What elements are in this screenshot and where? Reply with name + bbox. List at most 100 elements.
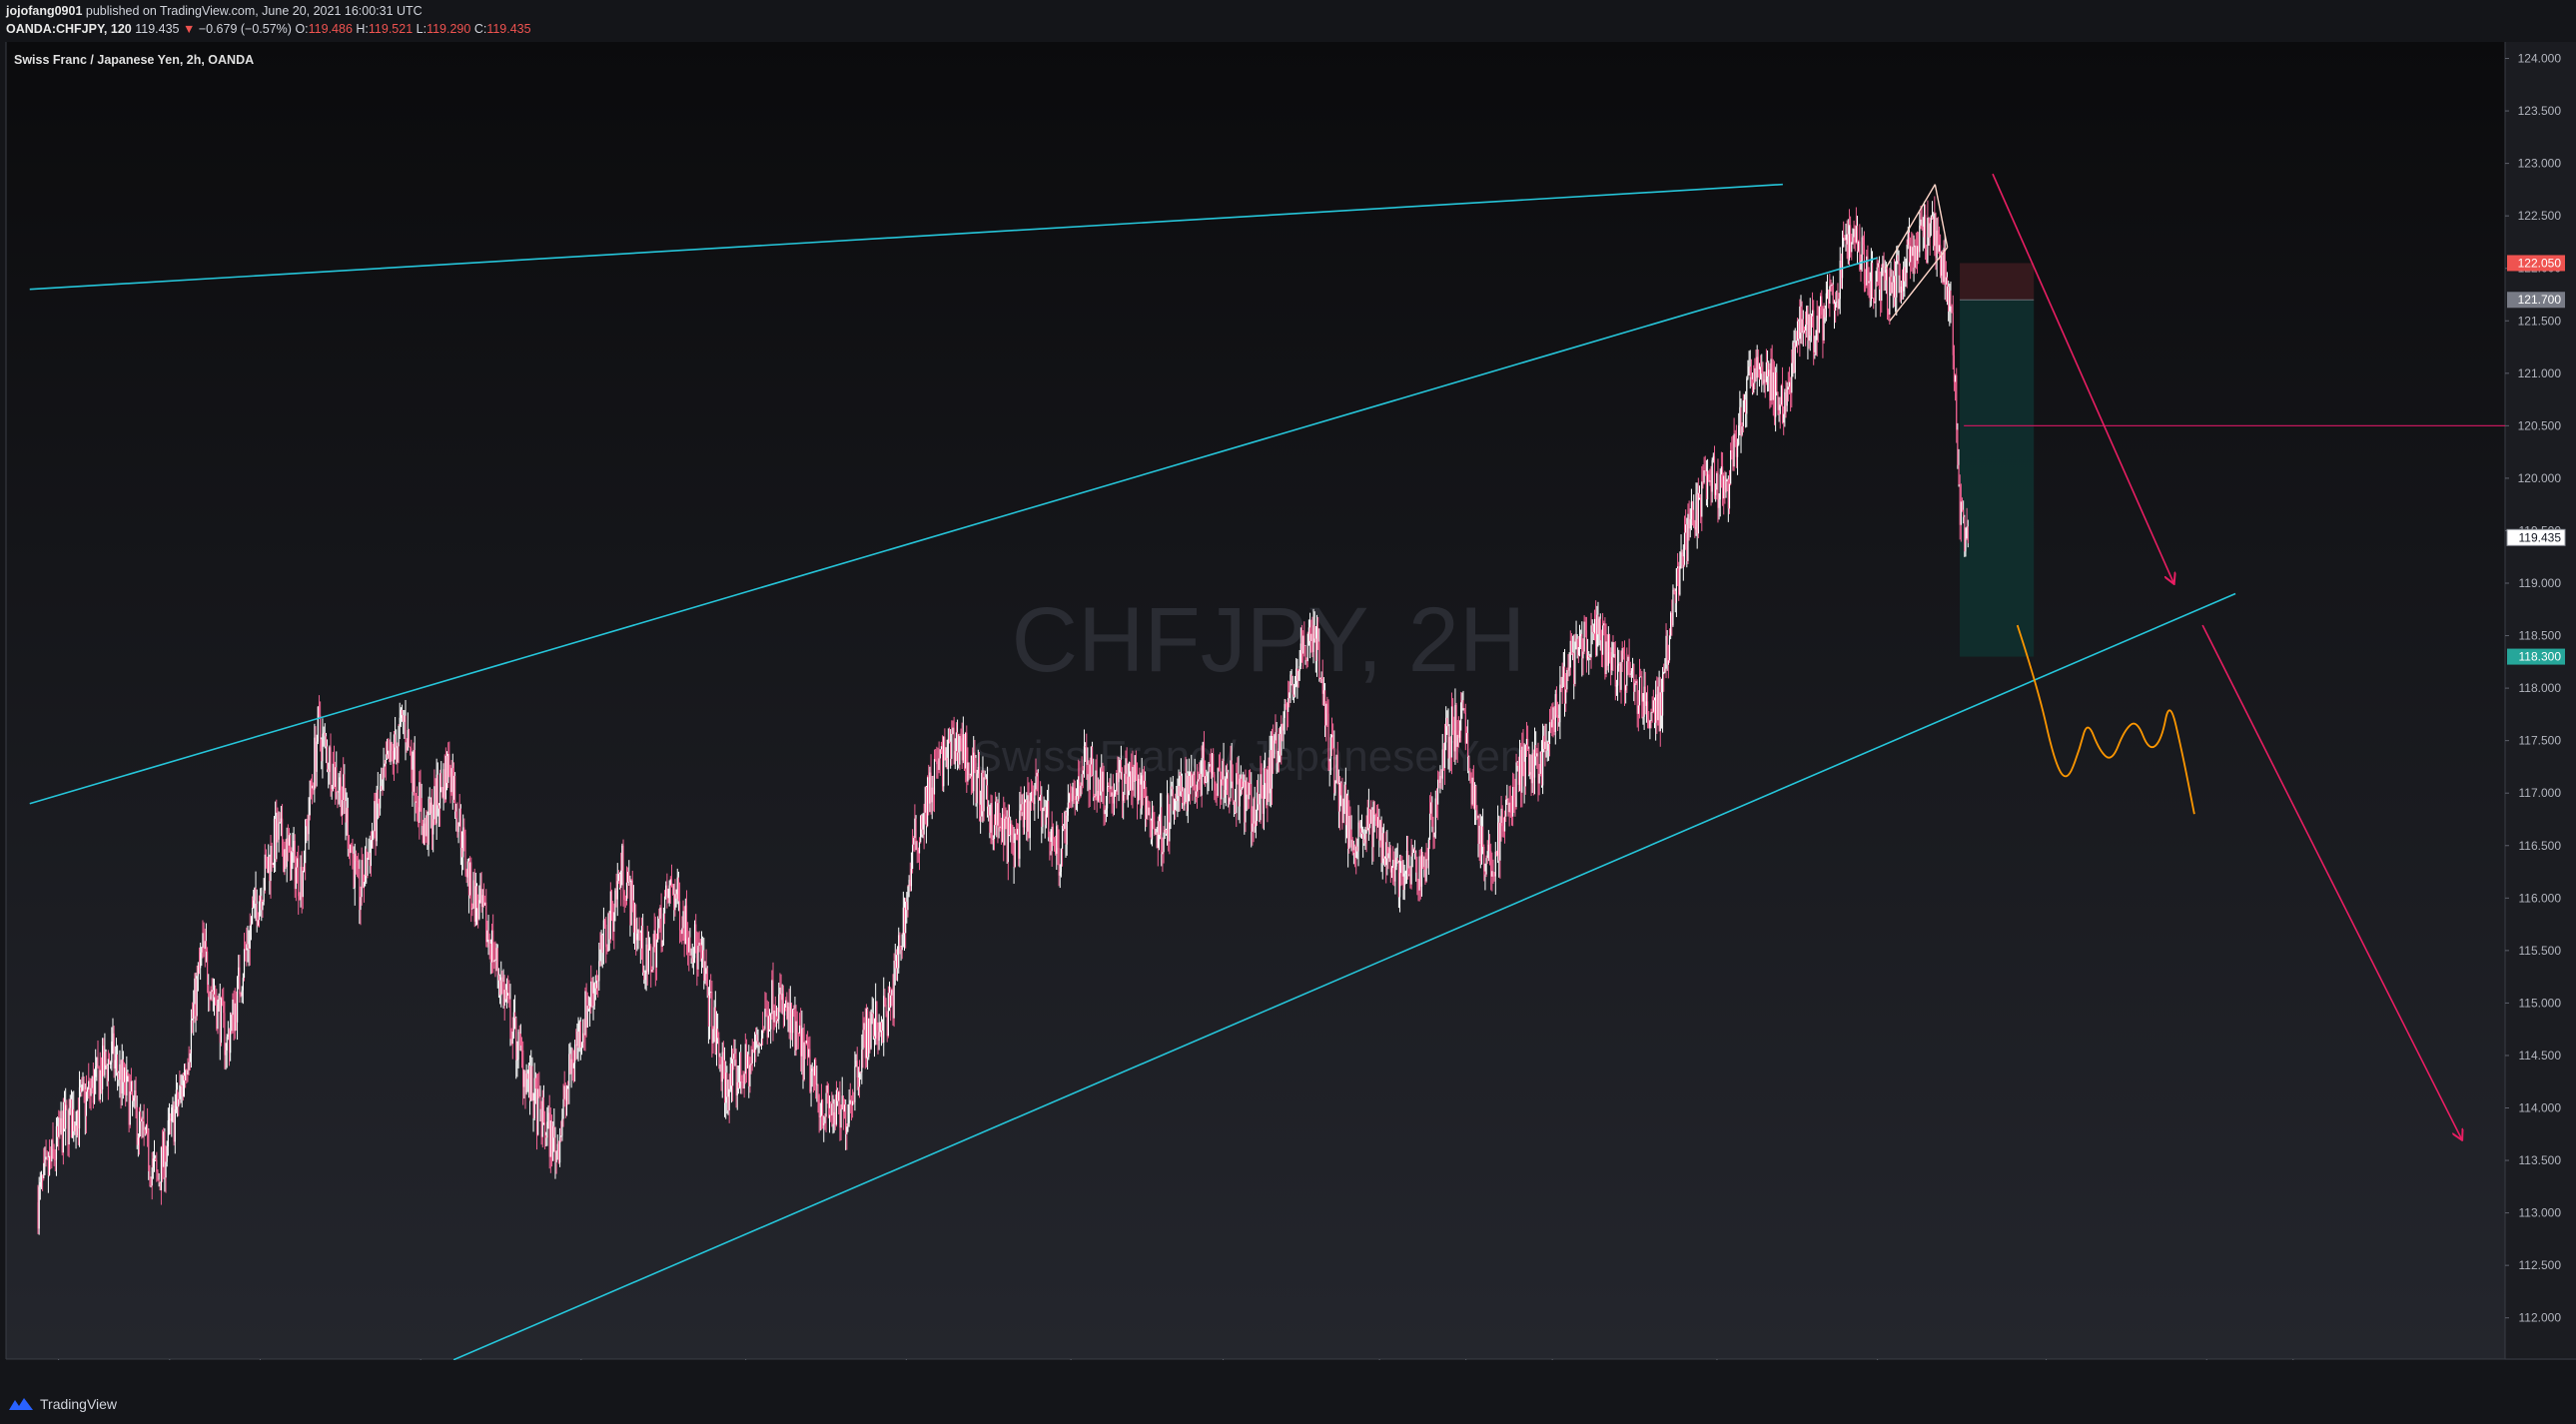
candle-body bbox=[1345, 795, 1348, 826]
candle-body bbox=[1706, 474, 1709, 499]
candle-body bbox=[1513, 786, 1515, 798]
candle-body bbox=[1703, 470, 1705, 483]
candle-body bbox=[1181, 791, 1184, 803]
candle-body bbox=[638, 930, 640, 934]
candle-body bbox=[1794, 346, 1796, 373]
candle-body bbox=[1585, 630, 1588, 659]
author-name[interactable]: jojofang0901 bbox=[6, 4, 82, 18]
candle-body bbox=[932, 787, 934, 795]
candle-body bbox=[1657, 686, 1659, 721]
candle-body bbox=[1098, 790, 1101, 796]
candle-body bbox=[1202, 742, 1204, 759]
candle-body bbox=[745, 1044, 748, 1068]
candle-body bbox=[1380, 820, 1382, 864]
candle-body bbox=[1370, 809, 1372, 824]
candle-body bbox=[113, 1033, 115, 1068]
candle-body bbox=[1113, 794, 1116, 804]
candle-body bbox=[1876, 267, 1878, 283]
candle-body bbox=[1736, 444, 1739, 457]
candle-body bbox=[1375, 820, 1378, 828]
candle-body bbox=[645, 944, 647, 974]
candle-body bbox=[712, 1029, 714, 1044]
candle-body bbox=[1723, 475, 1725, 499]
candle-body bbox=[128, 1075, 130, 1125]
candle-body bbox=[72, 1108, 74, 1138]
candle-body bbox=[715, 1029, 718, 1055]
candle-body bbox=[1304, 645, 1306, 661]
candle-body bbox=[1441, 749, 1443, 779]
candle-body bbox=[1721, 466, 1724, 499]
candle-body bbox=[1214, 774, 1216, 791]
candle-body bbox=[1531, 753, 1533, 784]
candle-body bbox=[1916, 246, 1919, 262]
candle-body bbox=[1578, 636, 1581, 648]
candle-body bbox=[40, 1175, 43, 1182]
candle-body bbox=[539, 1096, 541, 1109]
candle-body bbox=[1705, 470, 1708, 499]
candle-body bbox=[1164, 830, 1166, 833]
candle-body bbox=[1288, 692, 1290, 699]
candle-body bbox=[1340, 783, 1342, 796]
candle-body bbox=[856, 1061, 858, 1078]
candle-body bbox=[668, 885, 670, 904]
candle-body bbox=[356, 860, 359, 862]
candle-body bbox=[340, 777, 342, 816]
candle-body bbox=[1055, 850, 1057, 854]
candle-body bbox=[609, 891, 611, 940]
candle-body bbox=[1310, 633, 1312, 641]
candle-body bbox=[1877, 263, 1879, 268]
candle-body bbox=[343, 774, 345, 801]
candle-body bbox=[137, 1137, 139, 1145]
candle-body bbox=[1918, 246, 1920, 253]
candle-body bbox=[1808, 314, 1810, 342]
candle-body bbox=[1104, 810, 1106, 815]
candle-body bbox=[675, 894, 677, 899]
candle-body bbox=[1528, 748, 1530, 775]
candle-body bbox=[275, 818, 277, 860]
candle-body bbox=[234, 1003, 236, 1032]
candle-body bbox=[153, 1158, 156, 1160]
candle-body bbox=[188, 1062, 190, 1070]
candle-body bbox=[1311, 633, 1313, 652]
tradingview-brand[interactable]: TradingView bbox=[8, 1396, 117, 1412]
candle-body bbox=[936, 761, 938, 765]
candle-body bbox=[152, 1158, 154, 1168]
price-chart[interactable]: CHFJPY, 2H Swiss Franc / Japanese Yen Sw… bbox=[0, 42, 2576, 1360]
candle-body bbox=[210, 991, 212, 1000]
candle-body bbox=[538, 1088, 540, 1097]
candle-body bbox=[1225, 778, 1227, 790]
candle-body bbox=[1506, 799, 1508, 801]
price-tick-label: 123.500 bbox=[2518, 104, 2562, 118]
candle-body bbox=[1734, 433, 1736, 442]
candle-body bbox=[1837, 301, 1839, 310]
candle-body bbox=[346, 807, 348, 823]
candle-body bbox=[1923, 215, 1926, 238]
candle-body bbox=[1417, 880, 1419, 891]
candle-body bbox=[1667, 660, 1669, 665]
candle-body bbox=[1809, 314, 1811, 337]
candle-body bbox=[651, 970, 653, 973]
candle-body bbox=[854, 1066, 856, 1102]
candle-body bbox=[1674, 590, 1676, 604]
candle-body bbox=[78, 1086, 81, 1128]
candle-body bbox=[1852, 237, 1854, 243]
candle-body bbox=[1263, 767, 1266, 814]
candle-body bbox=[600, 935, 602, 950]
candle-body bbox=[115, 1054, 118, 1061]
position-tool[interactable] bbox=[1960, 263, 2035, 657]
candle-body bbox=[680, 930, 682, 935]
candle-body bbox=[1708, 474, 1710, 482]
candle-body bbox=[1505, 799, 1507, 817]
candle-body bbox=[918, 842, 921, 854]
candle-body bbox=[781, 993, 783, 1001]
candle-body bbox=[108, 1059, 111, 1065]
candle-body bbox=[1650, 712, 1652, 721]
candle-body bbox=[1780, 385, 1782, 405]
candle-body bbox=[764, 1009, 766, 1030]
candle-body bbox=[757, 1041, 759, 1045]
candle-body bbox=[1591, 625, 1593, 632]
candle-body bbox=[1255, 821, 1257, 827]
candle-body bbox=[291, 851, 293, 881]
candle-body bbox=[879, 1022, 881, 1033]
candle-body bbox=[1498, 822, 1500, 861]
